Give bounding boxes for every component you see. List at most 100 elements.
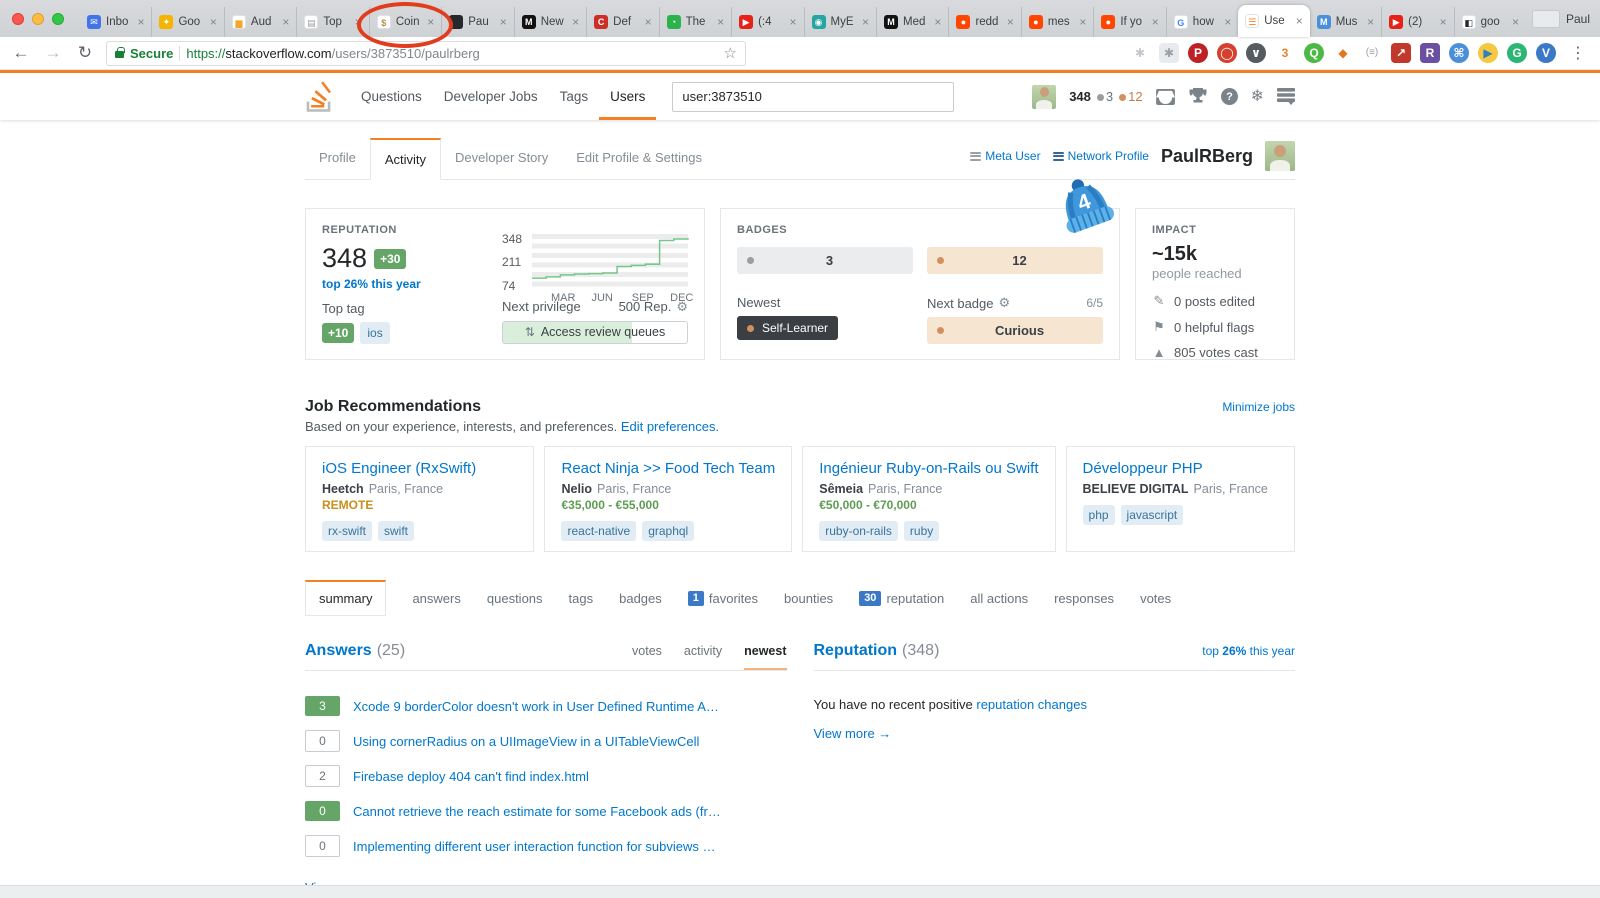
browser-tab[interactable]: ●If yo× <box>1093 7 1165 37</box>
react-devtools-alt-extension-icon[interactable]: ✱ <box>1159 43 1179 63</box>
browser-tab[interactable]: Pau× <box>441 7 513 37</box>
reputation-view-more-link[interactable]: View more → <box>814 726 892 741</box>
window-close-button[interactable] <box>12 13 24 25</box>
answer-title-link[interactable]: Cannot retrieve the reach estimate for s… <box>353 804 721 819</box>
window-zoom-button[interactable] <box>52 13 64 25</box>
tab-close-icon[interactable]: × <box>572 15 579 29</box>
lightshot-extension-icon[interactable]: ↗ <box>1391 43 1411 63</box>
metamask-extension-icon[interactable]: ◆ <box>1333 43 1353 63</box>
onetab-extension-icon[interactable]: ◯ <box>1217 43 1237 63</box>
reputation-changes-link[interactable]: reputation changes <box>976 697 1087 712</box>
answers-sort-votes[interactable]: votes <box>632 644 662 658</box>
tab-close-icon[interactable]: × <box>1440 15 1447 29</box>
tab-close-icon[interactable]: × <box>1367 15 1374 29</box>
tab-close-icon[interactable]: × <box>1512 15 1519 29</box>
job-title-link[interactable]: Développeur PHP <box>1083 460 1278 477</box>
job-card[interactable]: Développeur PHPBELIEVE DIGITALParis, Fra… <box>1066 446 1295 552</box>
q-app-extension-icon[interactable]: Q <box>1304 43 1324 63</box>
chrome-profile-chip[interactable]: Paul <box>1532 10 1590 28</box>
job-tag[interactable]: graphql <box>642 521 694 541</box>
newest-badge-pill[interactable]: Self-Learner <box>737 316 838 340</box>
command-app-extension-icon[interactable]: ⌘ <box>1449 43 1469 63</box>
pinterest-extension-icon[interactable]: P <box>1188 43 1208 63</box>
so-nav-questions[interactable]: Questions <box>350 73 433 120</box>
topbar-avatar[interactable] <box>1032 85 1056 109</box>
edit-preferences-link[interactable]: Edit preferences. <box>621 419 719 434</box>
browser-tab[interactable]: ✦Goo× <box>151 7 223 37</box>
browser-tab[interactable]: ●mes× <box>1021 7 1093 37</box>
browser-tab[interactable]: CDef× <box>586 7 658 37</box>
answers-title[interactable]: Answers <box>305 642 372 660</box>
browser-tab[interactable]: ▶(:4× <box>731 7 803 37</box>
chrome-menu-icon[interactable]: ⋮ <box>1566 43 1590 63</box>
inbox-icon[interactable] <box>1156 89 1175 105</box>
tab-close-icon[interactable]: × <box>1007 15 1014 29</box>
activity-tab-all-actions[interactable]: all actions <box>970 591 1028 606</box>
downloader-extension-icon[interactable]: 3 <box>1275 43 1295 63</box>
activity-tab-responses[interactable]: responses <box>1054 591 1114 606</box>
pocket-extension-icon[interactable]: ∨ <box>1246 43 1266 63</box>
tab-close-icon[interactable]: × <box>427 15 434 29</box>
activity-tab-reputation[interactable]: 30reputation <box>859 591 944 606</box>
browser-tab[interactable]: MNew× <box>514 7 586 37</box>
bookmark-star-icon[interactable]: ☆ <box>724 44 737 62</box>
activity-tab-votes[interactable]: votes <box>1140 591 1171 606</box>
browser-tab[interactable]: $Coin× <box>369 7 441 37</box>
tab-close-icon[interactable]: × <box>1224 15 1231 29</box>
browser-tab[interactable]: Ghow× <box>1166 7 1238 37</box>
job-card[interactable]: Ingénieur Ruby-on-Rails ou SwiftSêmeiaPa… <box>802 446 1055 552</box>
grammarly-extension-icon[interactable]: G <box>1507 43 1527 63</box>
browser-tab[interactable]: MMed× <box>876 7 948 37</box>
rep-indicator[interactable]: 348 3 12 <box>1069 89 1142 104</box>
browser-tab[interactable]: ◔The× <box>659 7 731 37</box>
minimize-jobs-link[interactable]: Minimize jobs <box>1222 400 1295 414</box>
back-button[interactable]: ← <box>10 43 32 63</box>
tab-close-icon[interactable]: × <box>862 15 869 29</box>
job-tag[interactable]: react-native <box>561 521 636 541</box>
activity-tab-bounties[interactable]: bounties <box>784 591 833 606</box>
tab-close-icon[interactable]: × <box>1079 15 1086 29</box>
profile-tab-edit-profile-settings[interactable]: Edit Profile & Settings <box>562 138 716 179</box>
answer-title-link[interactable]: Xcode 9 borderColor doesn't work in User… <box>353 699 719 714</box>
tab-close-icon[interactable]: × <box>1296 14 1303 28</box>
activity-tab-tags[interactable]: tags <box>569 591 594 606</box>
job-tag[interactable]: javascript <box>1121 505 1184 525</box>
tab-close-icon[interactable]: × <box>210 15 217 29</box>
answer-title-link[interactable]: Using cornerRadius on a UIImageView in a… <box>353 734 699 749</box>
tab-close-icon[interactable]: × <box>137 15 144 29</box>
meta-user-link[interactable]: Meta User <box>970 149 1040 163</box>
react-devtools-extension-icon[interactable]: ✱ <box>1130 43 1150 63</box>
top-percent-year-link[interactable]: top 26% this year <box>1202 644 1295 658</box>
top-tag[interactable]: ios <box>360 322 389 344</box>
tab-close-icon[interactable]: × <box>934 15 941 29</box>
tab-close-icon[interactable]: × <box>790 15 797 29</box>
so-nav-tags[interactable]: Tags <box>549 73 600 120</box>
so-nav-developer-jobs[interactable]: Developer Jobs <box>433 73 549 120</box>
answer-title-link[interactable]: Implementing different user interaction … <box>353 839 716 854</box>
winterbash-snowflake-icon[interactable]: ❄ <box>1251 89 1264 105</box>
network-profile-link[interactable]: Network Profile <box>1053 149 1149 163</box>
job-title-link[interactable]: React Ninja >> Food Tech Team <box>561 460 775 477</box>
job-tag[interactable]: ruby <box>904 521 939 541</box>
activity-tab-favorites[interactable]: 1favorites <box>688 591 758 606</box>
answers-sort-newest[interactable]: newest <box>744 644 786 670</box>
r-app-extension-icon[interactable]: R <box>1420 43 1440 63</box>
tab-close-icon[interactable]: × <box>717 15 724 29</box>
so-search-input[interactable] <box>672 82 954 112</box>
help-icon[interactable]: ? <box>1221 88 1238 105</box>
privilege-progress[interactable]: ⇅ Access review queues <box>502 321 688 344</box>
profile-tab-developer-story[interactable]: Developer Story <box>441 138 562 179</box>
browser-tab[interactable]: ✉Inbo× <box>80 7 151 37</box>
job-title-link[interactable]: Ingénieur Ruby-on-Rails ou Swift <box>819 460 1038 477</box>
reputation-title[interactable]: Reputation <box>814 642 898 660</box>
next-badge-gear-icon[interactable]: ⚙ <box>999 295 1011 311</box>
browser-tab[interactable]: ▶(2)× <box>1381 7 1453 37</box>
browser-tab[interactable]: ☰Use× <box>1238 5 1309 37</box>
browser-tab[interactable]: ▤Top× <box>296 7 368 37</box>
tab-close-icon[interactable]: × <box>500 15 507 29</box>
v-shield-extension-icon[interactable]: V <box>1536 43 1556 63</box>
job-tag[interactable]: php <box>1083 505 1115 525</box>
activity-tab-badges[interactable]: badges <box>619 591 662 606</box>
answers-sort-activity[interactable]: activity <box>684 644 722 658</box>
browser-tab[interactable]: ▆Aud× <box>224 7 296 37</box>
